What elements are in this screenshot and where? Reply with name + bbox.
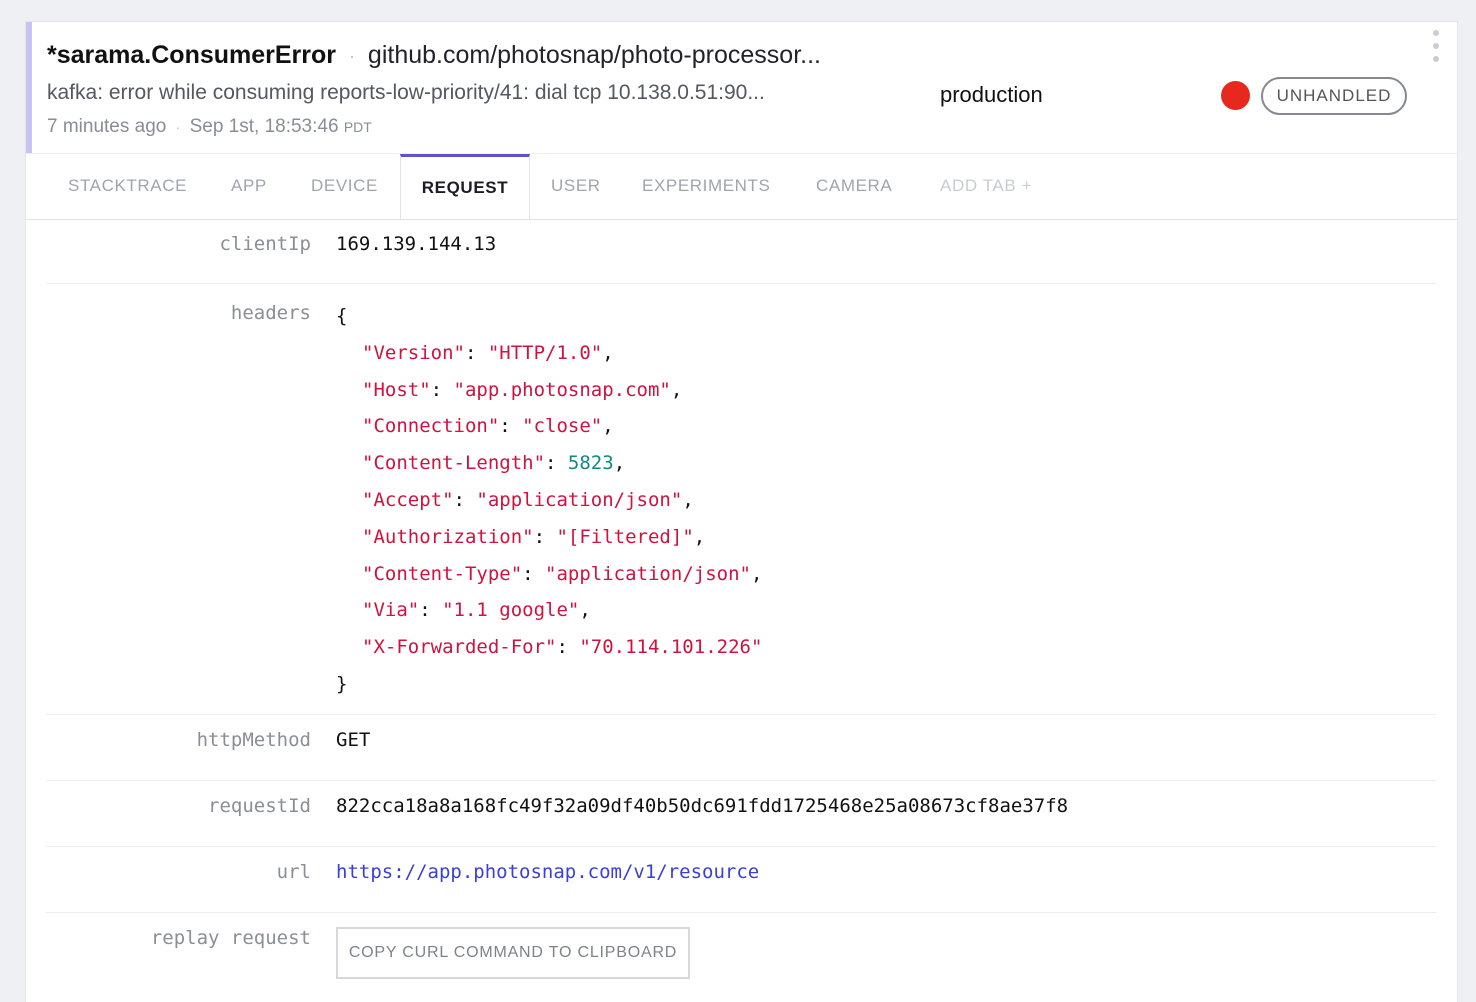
timezone: PDT (343, 119, 372, 135)
value-client-ip: 169.139.144.13 (336, 233, 497, 255)
json-value: 5823 (567, 452, 614, 475)
json-colon: : (419, 599, 443, 622)
json-key: "X-Forwarded-For" (362, 636, 557, 659)
error-title: *sarama.ConsumerError · github.com/photo… (47, 41, 821, 70)
json-colon: : (556, 636, 580, 659)
json-key: "Content-Type" (362, 562, 523, 585)
tab-camera[interactable]: CAMERA (816, 154, 892, 218)
timestamp: 7 minutes ago · Sep 1st, 18:53:46 PDT (47, 116, 372, 138)
tab-bar: STACKTRACE APP DEVICE REQUEST USER EXPER… (26, 153, 1457, 220)
copy-curl-button[interactable]: COPY CURL COMMAND TO CLIPBOARD (336, 927, 690, 979)
json-key: "Accept" (362, 488, 454, 511)
json-colon: : (453, 488, 477, 511)
json-value: "application/json" (476, 488, 683, 511)
json-key: "Version" (362, 341, 465, 364)
json-entry: "Connection": "close", (336, 408, 762, 445)
key-replay-request: replay request (150, 927, 311, 949)
url-link[interactable]: https://app.photosnap.com/v1/resource (336, 861, 759, 883)
json-value: "70.114.101.226" (579, 636, 763, 659)
json-value: "application/json" (545, 562, 751, 585)
error-location: github.com/photosnap/photo-processor... (367, 41, 821, 69)
json-key: "Host" (362, 378, 431, 401)
json-comma: , (750, 562, 763, 585)
tab-app[interactable]: APP (231, 154, 267, 218)
json-value: "HTTP/1.0" (487, 341, 603, 364)
json-key: "Content-Length" (362, 452, 546, 475)
json-key: "Connection" (362, 415, 500, 438)
environment-label: production (940, 82, 1043, 107)
json-value: "[Filtered]" (556, 525, 694, 548)
add-tab-button[interactable]: ADD TAB + (940, 154, 1032, 218)
json-comma: , (670, 378, 683, 401)
json-value: "close" (522, 415, 603, 438)
error-message: kafka: error while consuming reports-low… (47, 81, 765, 104)
json-entry: "Host": "app.photosnap.com", (336, 372, 762, 409)
key-headers: headers (230, 302, 311, 324)
absolute-time: Sep 1st, 18:53:46 (189, 116, 339, 137)
value-url-wrapper: https://app.photosnap.com/v1/resource (336, 861, 759, 883)
row-request-id: requestId 822cca18a8a168fc49f32a09df40b5… (46, 781, 1436, 847)
json-value: "app.photosnap.com" (453, 378, 671, 401)
key-client-ip: clientIp (219, 233, 311, 255)
key-url: url (276, 861, 311, 883)
json-key: "Authorization" (362, 525, 534, 548)
json-entry: "Accept": "application/json", (336, 482, 762, 519)
json-colon: : (499, 415, 523, 438)
json-colon: : (522, 562, 546, 585)
json-entry: "Via": "1.1 google", (336, 592, 762, 629)
value-http-method: GET (336, 729, 371, 751)
tab-device[interactable]: DEVICE (311, 154, 378, 218)
json-entry: "Version": "HTTP/1.0", (336, 335, 762, 372)
json-entry: "X-Forwarded-For": "70.114.101.226" (336, 629, 762, 666)
json-comma: , (682, 488, 694, 511)
json-value: "1.1 google" (442, 599, 580, 622)
error-type: *sarama.ConsumerError (47, 41, 337, 69)
json-colon: : (545, 452, 568, 475)
title-separator: · (348, 45, 355, 66)
headers-json: { "Version": "HTTP/1.0", "Host": "app.pho… (336, 298, 762, 703)
severity-indicator-icon (1221, 81, 1250, 110)
json-comma: , (579, 599, 591, 622)
row-client-ip: clientIp 169.139.144.13 (46, 219, 1436, 284)
json-comma: , (602, 415, 614, 438)
json-entry: "Authorization": "[Filtered]", (336, 519, 762, 556)
json-comma: , (693, 525, 706, 548)
request-table: clientIp 169.139.144.13 headers { "Versi… (46, 219, 1436, 993)
json-close-brace: } (336, 672, 348, 695)
time-separator: · (175, 118, 181, 135)
key-request-id: requestId (208, 795, 311, 817)
error-detail-card: *sarama.ConsumerError · github.com/photo… (26, 22, 1457, 1002)
tab-user[interactable]: USER (551, 154, 601, 218)
tab-request[interactable]: REQUEST (400, 154, 530, 219)
more-options-icon[interactable] (1429, 30, 1443, 62)
tab-stacktrace[interactable]: STACKTRACE (68, 154, 187, 218)
row-headers: headers { "Version": "HTTP/1.0", "Host": … (46, 284, 1436, 715)
json-open-brace: { (336, 305, 348, 327)
json-entry: "Content-Type": "application/json", (336, 556, 762, 593)
value-request-id: 822cca18a8a168fc49f32a09df40b50dc691fdd1… (336, 795, 1069, 817)
json-comma: , (613, 452, 626, 475)
json-entries: "Version": "HTTP/1.0", "Host": "app.photo… (336, 335, 762, 666)
row-replay-request: replay request COPY CURL COMMAND TO CLIP… (46, 913, 1436, 993)
json-comma: , (602, 341, 614, 364)
unhandled-badge: UNHANDLED (1261, 77, 1407, 115)
error-header: *sarama.ConsumerError · github.com/photo… (26, 22, 1457, 153)
row-url: url https://app.photosnap.com/v1/resourc… (46, 847, 1436, 913)
json-colon: : (464, 341, 488, 364)
key-http-method: httpMethod (196, 729, 311, 751)
json-colon: : (430, 378, 454, 401)
json-colon: : (533, 525, 557, 548)
relative-time: 7 minutes ago (47, 116, 167, 137)
row-http-method: httpMethod GET (46, 715, 1436, 781)
tab-experiments[interactable]: EXPERIMENTS (642, 154, 770, 218)
json-key: "Via" (362, 599, 420, 622)
json-entry: "Content-Length": 5823, (336, 445, 762, 482)
